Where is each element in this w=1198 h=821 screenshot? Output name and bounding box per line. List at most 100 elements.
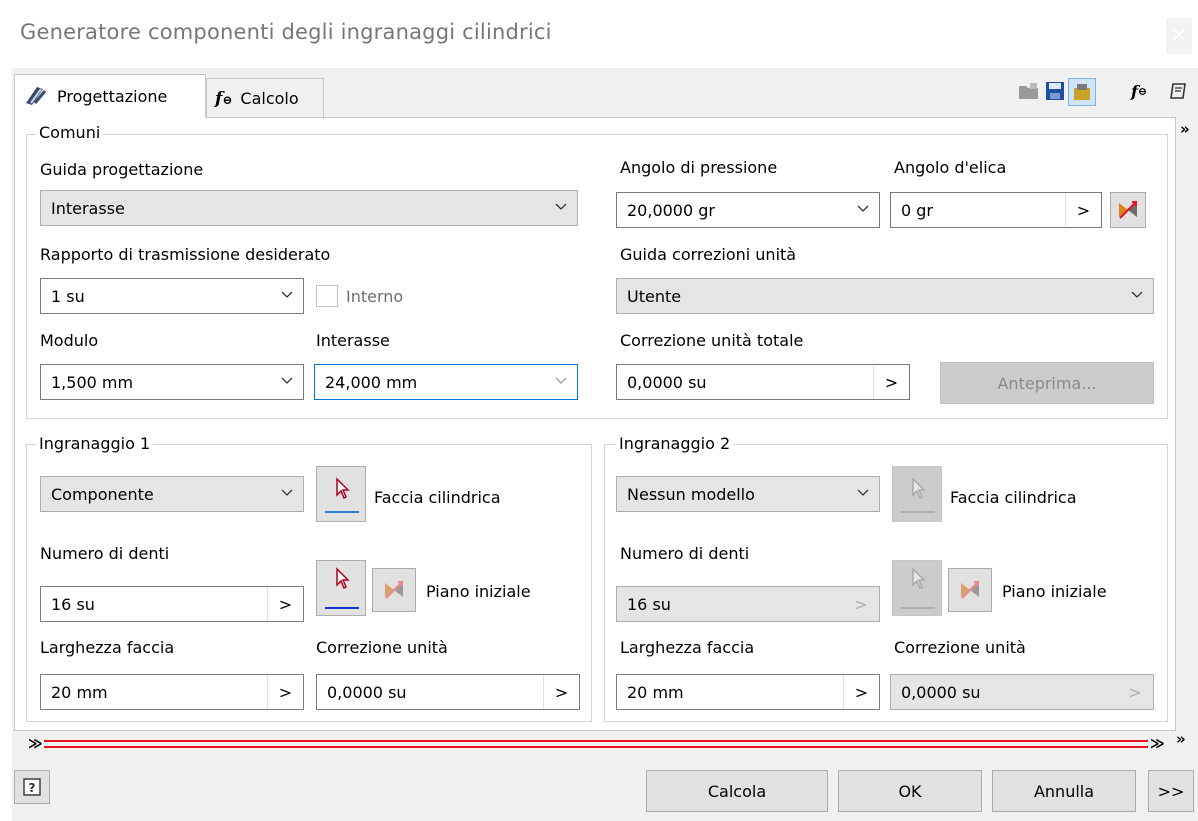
gear1-type-value: Componente	[51, 484, 154, 504]
gear1-corr-value: 0,0000 su	[327, 682, 407, 702]
gear2-width-value: 20 mm	[627, 682, 684, 702]
chevron-down-icon	[1131, 291, 1143, 298]
gear1-face-select-button[interactable]	[316, 466, 366, 522]
comuni-legend: Comuni	[36, 123, 104, 142]
gear2-faccia-label: Faccia cilindrica	[950, 488, 1077, 507]
interasse-label: Interasse	[316, 331, 390, 350]
gear2-teeth-value: 16 su	[627, 594, 671, 614]
select-arrow-icon	[901, 567, 935, 609]
gear2-flip-plane-button[interactable]	[948, 568, 992, 612]
help-book-icon[interactable]	[1168, 80, 1190, 102]
help-icon: ?	[23, 778, 41, 796]
flip-direction-icon	[961, 581, 979, 599]
gear2-face-select-button[interactable]	[892, 466, 942, 522]
fx-icon[interactable]: f ⊖	[1128, 80, 1150, 102]
gear1-teeth-field[interactable]: 16 su >	[40, 586, 304, 622]
expand-right-icon[interactable]: »	[1176, 730, 1186, 748]
angolo-elica-field[interactable]: 0 gr >	[890, 192, 1102, 228]
angolo-elica-value: 0 gr	[901, 200, 933, 220]
open-folder-icon[interactable]	[1018, 80, 1040, 102]
gear2-corr-field[interactable]: 0,0000 su >	[890, 674, 1154, 710]
gear2-teeth-label: Numero di denti	[620, 544, 750, 563]
gear2-width-field[interactable]: 20 mm >	[616, 674, 880, 710]
splitter-line-bottom	[44, 746, 1148, 748]
chevron-down-icon	[857, 205, 869, 212]
close-icon: ✕	[1171, 25, 1187, 46]
gear1-corr-label: Correzione unità	[316, 638, 448, 657]
gear1-legend: Ingranaggio 1	[36, 434, 154, 453]
anteprima-button[interactable]: Anteprima...	[940, 362, 1154, 404]
window-title: Generatore componenti degli ingranaggi c…	[20, 20, 552, 44]
guida-correzioni-value: Utente	[627, 286, 682, 306]
gear2-type-select[interactable]: Nessun modello	[616, 476, 880, 512]
chevron-down-icon	[281, 377, 293, 384]
calcola-button[interactable]: Calcola	[646, 770, 828, 812]
modulo-select[interactable]: 1,500 mm	[40, 364, 304, 400]
flip-direction-icon	[385, 581, 403, 599]
options-icon[interactable]	[1068, 78, 1096, 106]
chevron-right-icon[interactable]: >	[873, 365, 909, 399]
chevron-down-icon	[555, 377, 567, 384]
rapporto-select[interactable]: 1 su	[40, 278, 304, 314]
chevron-down-icon	[281, 489, 293, 496]
chevron-right-icon[interactable]: >	[267, 587, 303, 621]
gear1-plane-select-button[interactable]	[316, 560, 366, 616]
chevron-right-icon[interactable]: >	[1065, 193, 1101, 227]
guida-progettazione-label: Guida progettazione	[40, 160, 204, 179]
gear1-width-field[interactable]: 20 mm >	[40, 674, 304, 710]
gear2-plane-select-button[interactable]	[892, 560, 942, 616]
angolo-pressione-select[interactable]: 20,0000 gr	[616, 192, 880, 228]
chevron-down-icon	[281, 291, 293, 298]
gear1-width-value: 20 mm	[51, 682, 108, 702]
ok-button[interactable]: OK	[838, 770, 982, 812]
gear2-corr-value: 0,0000 su	[901, 682, 981, 702]
chevron-right-icon[interactable]: >	[1117, 675, 1153, 709]
chevron-right-icon[interactable]: >	[843, 587, 879, 621]
interno-checkbox[interactable]	[316, 285, 338, 307]
collapse-down-icon[interactable]: ≫	[28, 736, 43, 752]
gear2-corr-label: Correzione unità	[894, 638, 1026, 657]
annulla-button[interactable]: Annulla	[992, 770, 1136, 812]
angolo-pressione-value: 20,0000 gr	[627, 200, 715, 220]
tab-progettazione[interactable]: Progettazione	[14, 74, 206, 118]
guida-correzioni-select[interactable]: Utente	[616, 278, 1154, 314]
rapporto-label: Rapporto di trasmissione desiderato	[40, 245, 331, 264]
help-button[interactable]: ?	[14, 770, 50, 804]
svg-text:?: ?	[29, 781, 36, 795]
expand-right-icon[interactable]: »	[1180, 120, 1190, 138]
design-pencil-icon	[23, 83, 49, 111]
chevron-right-icon[interactable]: >	[843, 675, 879, 709]
select-arrow-icon	[901, 477, 935, 513]
rapporto-value: 1 su	[51, 286, 85, 306]
collapse-down-icon[interactable]: ≫	[1150, 736, 1165, 752]
gear2-piano-label: Piano iniziale	[1002, 582, 1107, 601]
angolo-pressione-label: Angolo di pressione	[620, 158, 778, 177]
gear1-type-select[interactable]: Componente	[40, 476, 304, 512]
interasse-select[interactable]: 24,000 mm	[314, 364, 578, 400]
more-button[interactable]: >>	[1148, 770, 1194, 812]
tab-calcolo[interactable]: f⊖ Calcolo	[206, 78, 324, 118]
guida-progettazione-select[interactable]: Interasse	[40, 190, 578, 226]
fx-icon: f⊖	[215, 88, 233, 109]
gear2-type-value: Nessun modello	[627, 484, 755, 504]
gear1-corr-field[interactable]: 0,0000 su >	[316, 674, 580, 710]
interno-label: Interno	[346, 287, 404, 306]
guida-correzioni-label: Guida correzioni unità	[620, 245, 797, 264]
gear2-legend: Ingranaggio 2	[616, 434, 734, 453]
chevron-right-icon[interactable]: >	[267, 675, 303, 709]
interasse-value: 24,000 mm	[325, 372, 418, 392]
correzione-totale-field[interactable]: 0,0000 su >	[616, 364, 910, 400]
close-button[interactable]: ✕	[1166, 18, 1192, 54]
correzione-totale-label: Correzione unità totale	[620, 331, 804, 350]
gear1-faccia-label: Faccia cilindrica	[374, 488, 501, 507]
tab-calcolo-label: Calcolo	[240, 89, 299, 108]
gear1-flip-plane-button[interactable]	[372, 568, 416, 612]
select-arrow-icon	[325, 567, 359, 609]
flip-direction-icon	[1119, 201, 1137, 219]
chevron-down-icon	[857, 489, 869, 496]
save-icon[interactable]	[1044, 80, 1066, 102]
gear2-teeth-field[interactable]: 16 su >	[616, 586, 880, 622]
gear1-teeth-label: Numero di denti	[40, 544, 170, 563]
chevron-right-icon[interactable]: >	[543, 675, 579, 709]
flip-direction-button[interactable]	[1110, 192, 1146, 228]
